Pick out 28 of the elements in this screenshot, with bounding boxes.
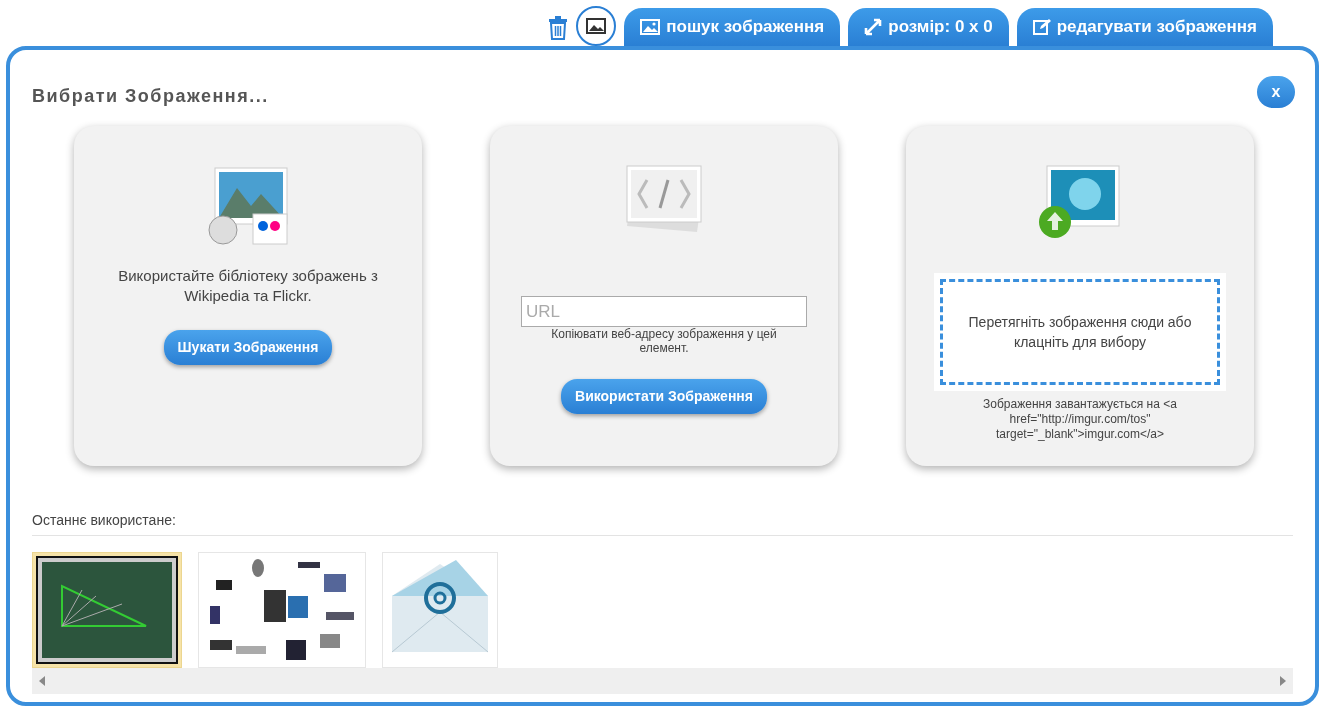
image-icon [640,19,661,35]
recent-image-thumbnail[interactable] [198,552,366,668]
scroll-left-icon[interactable] [38,676,46,686]
upload-note: Зображення завантажується на <a href="http://imgur.com/tos" target="_blank">imgur.com</a> [982,397,1178,442]
horizontal-scrollbar[interactable] [32,668,1293,694]
close-button[interactable]: x [1257,76,1295,108]
image-icon [586,18,607,34]
scroll-right-icon[interactable] [1279,676,1287,686]
recent-label: Останнє використане: [32,510,1293,536]
recent-image-thumbnail[interactable] [32,552,182,668]
drop-instruction: Перетягніть зображення сюди або клацніть для вибору [967,313,1193,352]
search-image-button[interactable]: пошук зображення [624,8,841,46]
recent-image-thumbnail[interactable] [382,552,498,668]
image-upload-icon [1037,164,1123,240]
url-hint: Копіювати веб-адресу зображення у цей елемент. [550,327,778,355]
option-description: Використайте бібліотеку зображень з Wikipedia та Flickr. [117,266,379,306]
photo-stack-icon [205,164,291,246]
size-button[interactable]: розмір: 0 x 0 [848,8,1009,46]
trash-icon [548,16,569,41]
search-images-button[interactable]: Шукати Зображення [163,330,333,365]
dialog-title: Вибрати Зображення... [32,86,269,108]
pencil-square-icon [1032,18,1051,36]
drop-zone[interactable]: Перетягніть зображення сюди або клацніть для вибору [934,273,1226,391]
image-button[interactable] [576,6,617,46]
url-input-field[interactable]: URL [521,296,807,327]
use-image-button[interactable]: Використати Зображення [561,379,767,414]
edit-image-button[interactable]: редагувати зображення [1016,8,1273,46]
expand-arrows-icon [864,18,883,36]
